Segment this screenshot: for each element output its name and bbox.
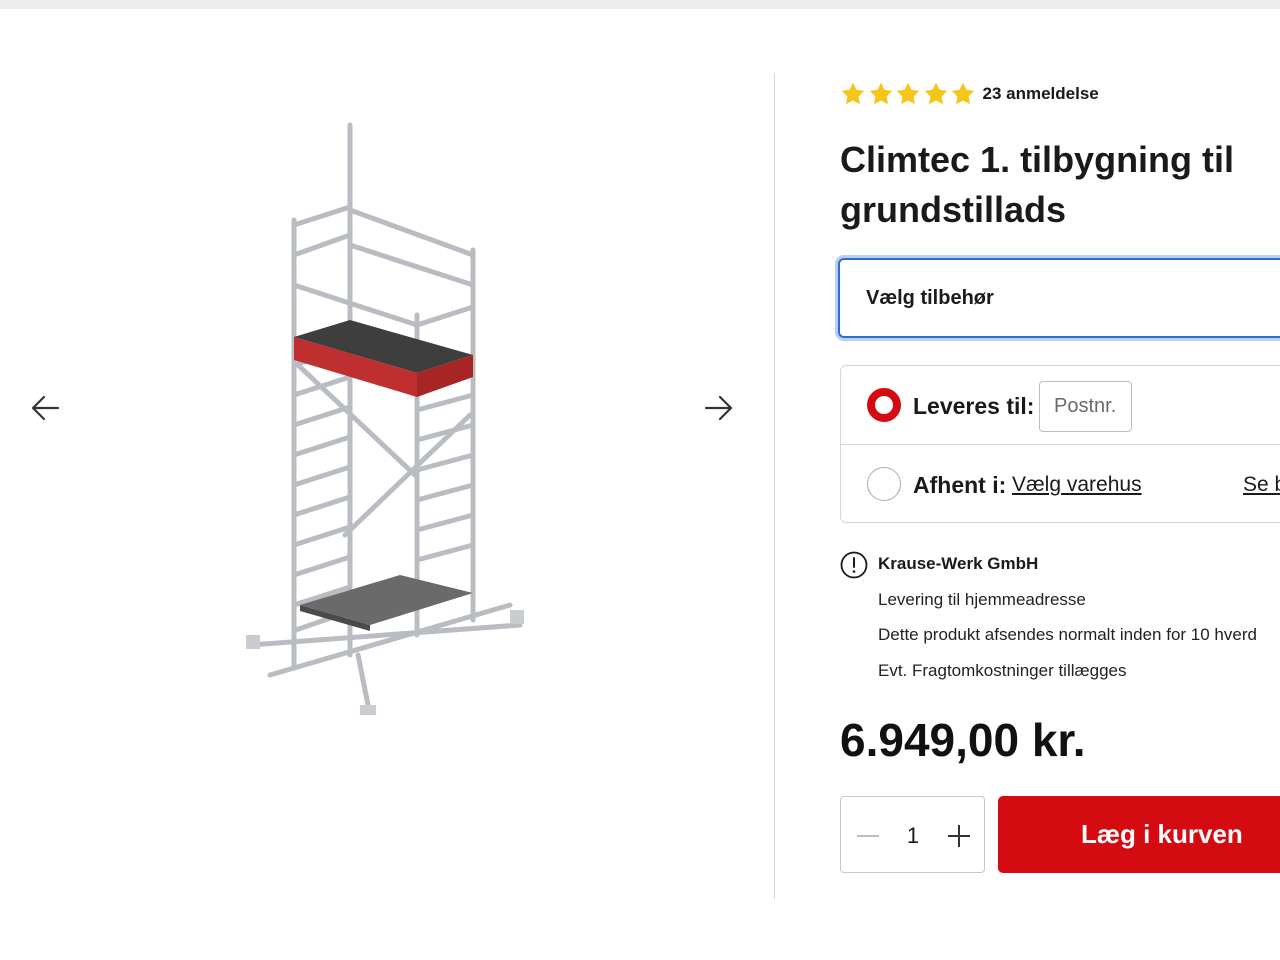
accessory-select[interactable]: Vælg tilbehør <box>838 258 1280 338</box>
deliver-label: Leveres til: <box>913 393 1035 419</box>
column-divider <box>774 73 775 899</box>
top-bar <box>0 0 1280 9</box>
delivery-option-pickup[interactable]: Afhent i: Vælg varehus Se b <box>841 445 1280 523</box>
seller-name: Krause-Werk GmbH <box>878 554 1039 573</box>
pickup-label: Afhent i: <box>913 472 1007 498</box>
choose-store-link[interactable]: Vælg varehus <box>1012 473 1142 497</box>
star-icon <box>924 82 947 105</box>
quantity-value[interactable]: 1 <box>891 823 935 849</box>
postcode-input[interactable] <box>1039 381 1132 432</box>
exclamation-circle-icon <box>840 551 868 579</box>
product-image-scaffold <box>246 122 524 715</box>
product-title-line-1: Climtec 1. tilbygning til <box>840 139 1235 180</box>
see-more-link[interactable]: Se b <box>1243 473 1280 497</box>
add-to-cart-button[interactable]: Læg i kurven <box>998 796 1280 873</box>
radio-pickup[interactable] <box>867 467 901 501</box>
seller-info-dispatch: Dette produkt afsendes normalt inden for… <box>878 625 1257 644</box>
star-icon <box>869 82 892 105</box>
image-gallery <box>0 70 775 900</box>
plus-icon[interactable] <box>946 823 972 849</box>
arrow-left-icon <box>31 395 60 421</box>
seller-info-delivery: Levering til hjemmeadresse <box>878 590 1086 609</box>
gallery-next-button[interactable] <box>698 388 738 428</box>
product-price: 6.949,00 kr. <box>840 714 1086 766</box>
star-icon <box>841 82 865 105</box>
star-icon <box>896 82 920 105</box>
product-rating[interactable]: 23 anmeldelse <box>840 80 1099 108</box>
delivery-option-home[interactable]: Leveres til: <box>841 366 1280 445</box>
quantity-stepper: 1 <box>840 796 985 873</box>
seller-info-shipping-cost: Evt. Fragtomkostninger tillægges <box>878 661 1127 680</box>
radio-deliver-selected[interactable] <box>867 388 901 422</box>
delivery-options: Leveres til: Afhent i: Vælg varehus Se b <box>840 365 1280 523</box>
minus-icon[interactable] <box>855 823 881 849</box>
star-icon <box>951 82 975 105</box>
product-title-line-2: grundstillads <box>840 189 1067 230</box>
product-title: Climtec 1. tilbygning til grundstillads <box>840 135 1280 235</box>
arrow-right-icon <box>704 395 733 421</box>
gallery-prev-button[interactable] <box>26 388 66 428</box>
review-count[interactable]: 23 anmeldelse <box>983 84 1099 104</box>
add-to-cart-label: Læg i kurven <box>1081 819 1243 849</box>
accessory-select-label: Vælg tilbehør <box>866 287 994 309</box>
